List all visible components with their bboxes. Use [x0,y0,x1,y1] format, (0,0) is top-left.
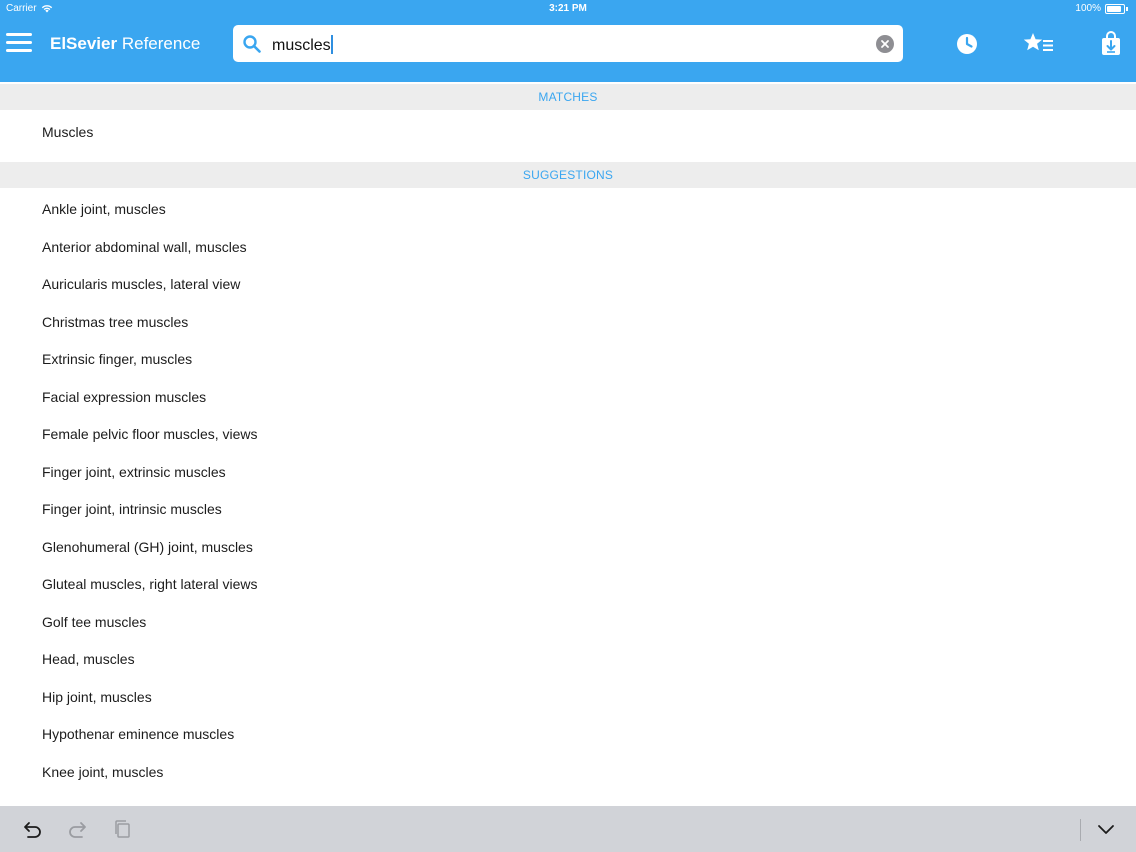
status-bar: Carrier 3:21 PM 100% [0,0,1136,18]
keyboard-shortcut-bar [0,806,1136,852]
suggestion-item[interactable]: Golf tee muscles [0,604,1136,642]
suggestion-item[interactable]: Christmas tree muscles [0,304,1136,342]
suggestion-item[interactable]: Extrinsic finger, muscles [0,341,1136,379]
download-bag-icon[interactable] [1097,30,1125,58]
matches-list: Muscles [0,110,1136,154]
suggestion-item[interactable]: Ankle joint, muscles [0,191,1136,229]
text-caret [330,35,333,54]
app-title-suffix: Reference [121,34,201,53]
suggestion-item[interactable]: Female pelvic floor muscles, views [0,416,1136,454]
suggestion-item[interactable]: Finger joint, intrinsic muscles [0,491,1136,529]
suggestion-item[interactable]: Gluteal muscles, right lateral views [0,566,1136,604]
chevron-down-icon[interactable] [1095,818,1117,840]
clear-search-icon[interactable] [876,35,894,53]
suggestion-item[interactable]: Hip joint, muscles [0,679,1136,717]
match-item[interactable]: Muscles [0,110,1136,154]
status-battery: 100% [1075,3,1128,14]
suggestion-item[interactable]: Head, muscles [0,641,1136,679]
search-icon [243,35,261,53]
redo-icon[interactable] [66,818,88,840]
status-time: 3:21 PM [549,3,587,14]
search-input-value: muscles [272,37,331,54]
suggestions-section-header: SUGGESTIONS [0,162,1136,188]
suggestion-item[interactable]: Facial expression muscles [0,379,1136,417]
suggestion-item[interactable]: Knee joint, muscles [0,754,1136,792]
suggestion-item[interactable]: Glenohumeral (GH) joint, muscles [0,529,1136,567]
star-list-icon[interactable] [1022,30,1056,58]
matches-section-header: MATCHES [0,84,1136,110]
app-title: ElSevier Reference [50,34,200,54]
suggestion-item[interactable]: Finger joint, extrinsic muscles [0,454,1136,492]
hamburger-menu-icon[interactable] [6,33,32,55]
toolbar-divider [1080,819,1081,841]
suggestion-item[interactable]: Anterior abdominal wall, muscles [0,229,1136,267]
search-input[interactable]: muscles [272,35,333,55]
search-bar: muscles [233,25,903,62]
undo-icon[interactable] [22,818,44,840]
app-brand: ElSevier [50,34,118,53]
suggestion-item[interactable]: Hypothenar eminence muscles [0,716,1136,754]
suggestion-item[interactable]: Auricularis muscles, lateral view [0,266,1136,304]
battery-icon [1105,3,1125,14]
battery-percent: 100% [1075,3,1101,14]
suggestions-list: Ankle joint, muscles Anterior abdominal … [0,191,1136,791]
app-header: Carrier 3:21 PM 100% ElSevier Reference [0,0,1136,82]
clock-icon[interactable] [953,30,981,58]
clipboard-icon[interactable] [112,818,134,840]
